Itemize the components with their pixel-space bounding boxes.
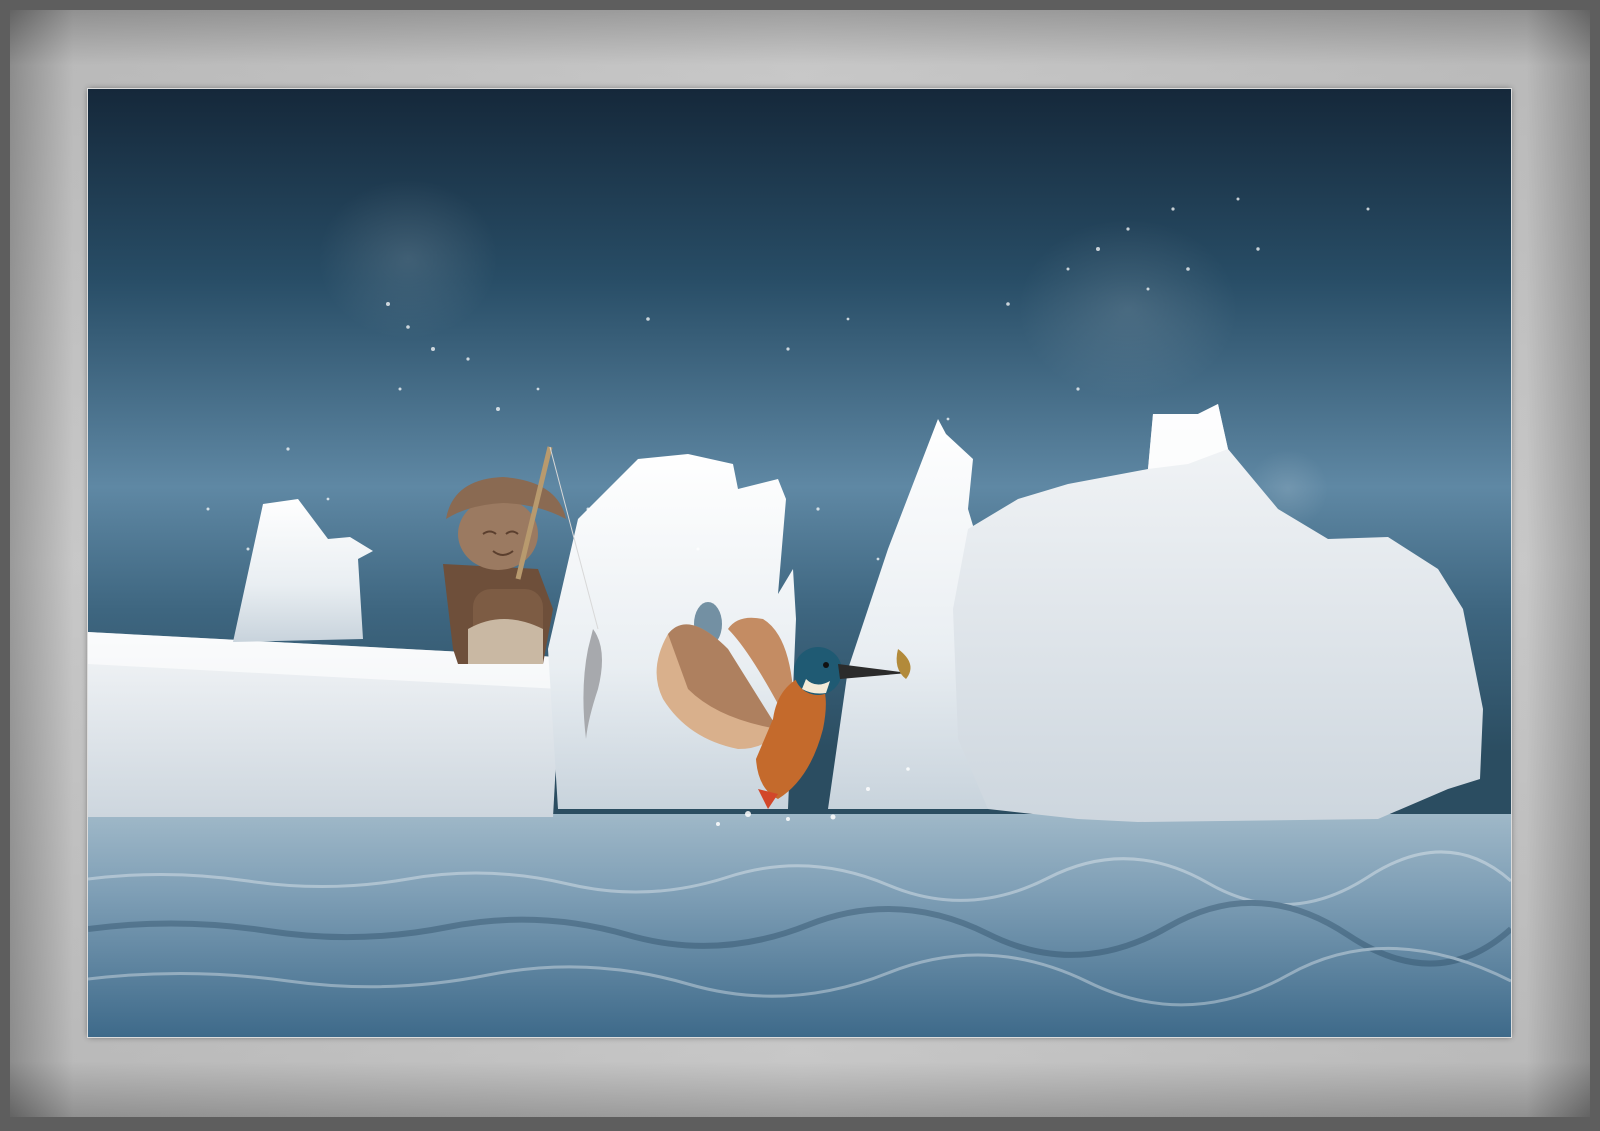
photo-scene — [88, 89, 1511, 1037]
bokeh-circle — [318, 179, 498, 339]
bokeh-circle — [1018, 219, 1238, 399]
scene-illustration — [88, 89, 1511, 1037]
